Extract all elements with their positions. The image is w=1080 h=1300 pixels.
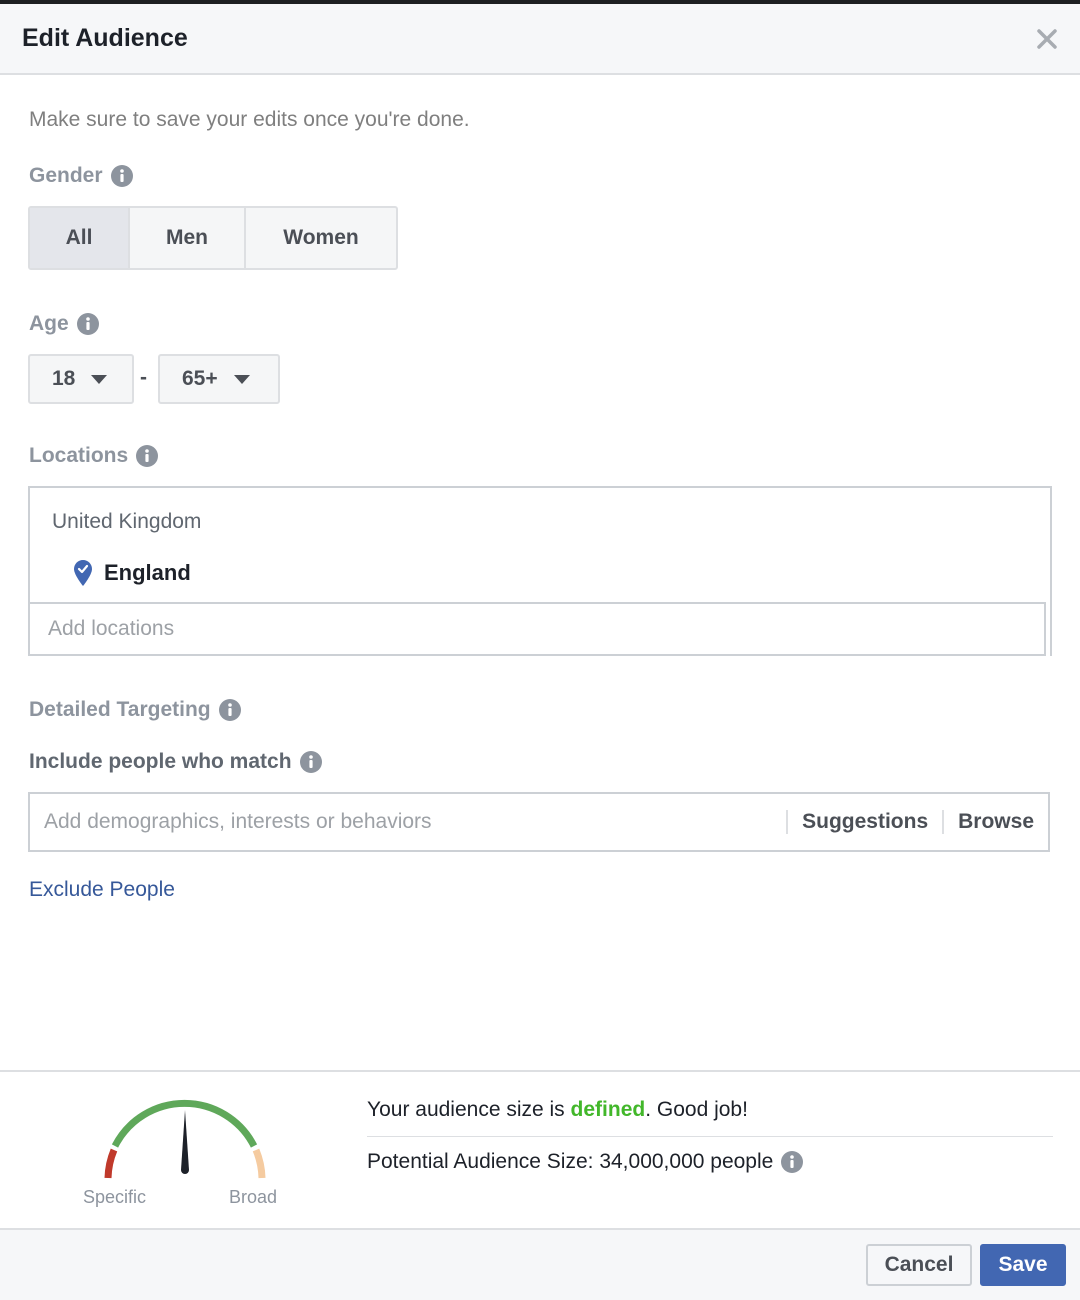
location-item[interactable]: England [74,560,191,586]
audience-status-word: defined [570,1098,646,1121]
info-icon[interactable] [299,751,322,773]
include-people-label: Include people who match [29,750,322,774]
gender-option-all[interactable]: All [30,208,130,268]
age-label: Age [29,312,99,336]
suggestions-button[interactable]: Suggestions [788,810,942,834]
audience-status-prefix: Your audience size is [367,1098,571,1121]
gender-selector: All Men Women [28,206,398,270]
info-icon[interactable] [76,313,99,335]
locations-label: Locations [29,444,159,468]
info-icon[interactable] [136,445,159,467]
gender-label-text: Gender [29,164,103,187]
gender-option-women[interactable]: Women [246,208,396,268]
chevron-down-icon [91,374,108,384]
age-min-value: 18 [52,367,76,390]
detailed-targeting-input[interactable]: Add demographics, interests or behaviors [30,810,786,834]
locations-label-text: Locations [29,444,129,467]
gauge-label-specific: Specific [83,1187,147,1207]
potential-audience-size-text: Potential Audience Size: 34,000,000 peop… [367,1150,774,1173]
gauge-red-segment [104,1148,118,1179]
potential-audience-size: Potential Audience Size: 34,000,000 peop… [367,1150,804,1174]
gender-option-men[interactable]: Men [130,208,246,268]
save-hint: Make sure to save your edits once you're… [29,108,470,131]
audience-status: Your audience size is defined. Good job! [367,1098,748,1122]
location-country: United Kingdom [52,510,202,533]
info-icon[interactable] [781,1151,804,1173]
close-icon[interactable] [1034,26,1060,52]
gauge-orange-segment [252,1148,266,1179]
location-pin-icon [74,560,92,586]
info-icon[interactable] [218,699,241,721]
divider [367,1136,1053,1137]
gender-label: Gender [29,164,133,188]
audience-status-suffix: . Good job! [645,1098,748,1121]
include-people-label-text: Include people who match [29,750,292,773]
gauge-label-broad: Broad [229,1187,278,1207]
browse-button[interactable]: Browse [944,810,1048,834]
exclude-people-link[interactable]: Exclude People [29,878,175,902]
age-separator: - [140,366,147,389]
detailed-targeting-box: Add demographics, interests or behaviors… [28,792,1050,852]
divider [0,1070,1080,1072]
dialog-title: Edit Audience [22,24,188,52]
save-button[interactable]: Save [980,1244,1066,1286]
age-max-value: 65+ [182,367,218,390]
add-locations-input[interactable]: Add locations [28,602,1046,656]
cancel-button[interactable]: Cancel [866,1244,972,1286]
detailed-targeting-label: Detailed Targeting [29,698,241,722]
age-label-text: Age [29,312,69,335]
detailed-targeting-label-text: Detailed Targeting [29,698,211,721]
age-min-select[interactable]: 18 [28,354,134,404]
gauge-needle [181,1110,189,1174]
dialog-header: Edit Audience [0,4,1080,75]
location-region-name: England [104,560,191,585]
info-icon[interactable] [110,165,133,187]
chevron-down-icon [233,374,250,384]
audience-gauge [104,1099,266,1179]
age-max-select[interactable]: 65+ [158,354,280,404]
